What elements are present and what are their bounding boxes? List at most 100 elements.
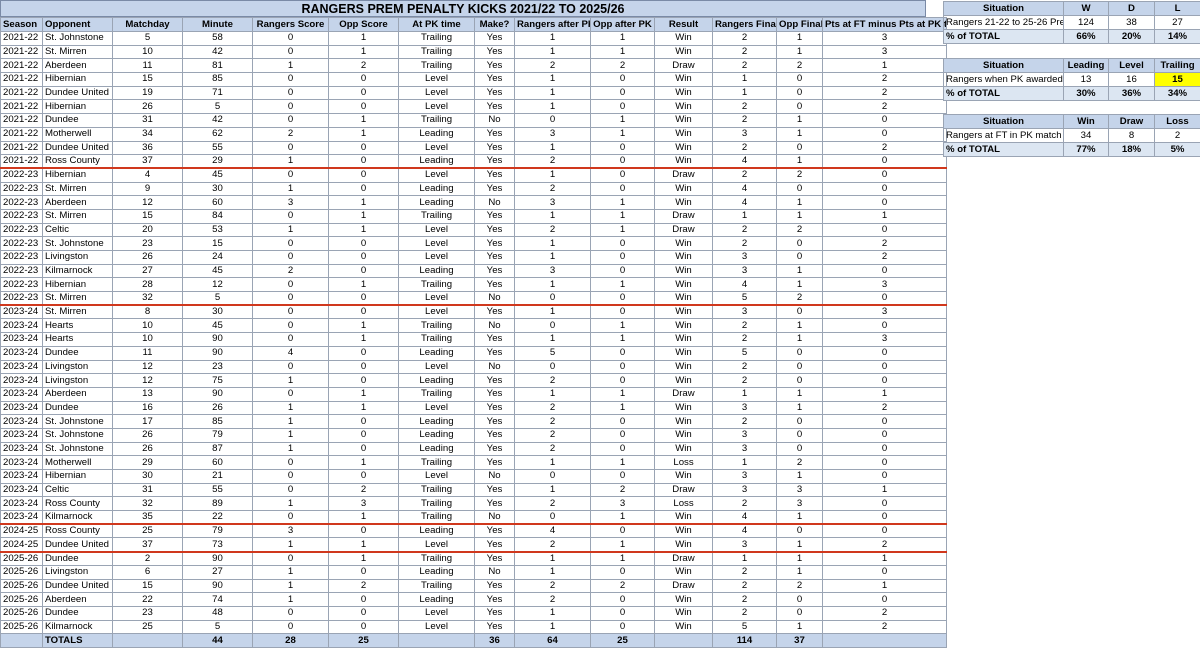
table-cell: 4 <box>712 154 777 170</box>
table-cell: 2025-26 <box>0 578 43 594</box>
table-cell: 1 <box>822 482 947 498</box>
table-cell: 8 <box>112 304 183 320</box>
summary-column-header: Situation <box>943 114 1064 129</box>
table-cell: Yes <box>474 523 515 539</box>
table-cell: Level <box>398 400 475 416</box>
table-cell: Yes <box>474 250 515 265</box>
table-cell: Leading <box>398 592 475 607</box>
table-cell: 26 <box>112 250 183 265</box>
table-cell: 0 <box>252 291 329 307</box>
table-row: 2022-23 Livingston 26 24 0 0 Level Yes 1 0 Win 3 0 2 <box>0 250 947 265</box>
table-cell: Kilmarnock <box>42 510 113 526</box>
table-cell: 60 <box>182 455 253 470</box>
table-cell: 2023-24 <box>0 304 43 320</box>
table-row: 2022-23 Kilmarnock 27 45 2 0 Leading Yes 3 0 Win 3 1… <box>0 263 947 279</box>
table-cell: 3 <box>712 250 777 265</box>
summary-cell: 27 <box>1154 15 1200 30</box>
table-cell: 2022-23 <box>0 167 43 183</box>
table-cell: 45 <box>182 318 253 334</box>
table-cell: 2 <box>590 58 655 74</box>
table-cell: 0 <box>252 386 329 402</box>
table-cell: Draw <box>654 578 713 594</box>
table-cell: 37 <box>112 537 183 553</box>
table-cell: Leading <box>398 154 475 170</box>
wdl-table: Situation W D L Rangers 21-22 to 25-26 Prem… <box>943 1 1200 44</box>
table-cell: Yes <box>474 263 515 279</box>
table-cell: 4 <box>712 181 777 197</box>
table-cell: 20 <box>112 222 183 238</box>
summary-row-label: Rangers when PK awarded <box>943 72 1064 87</box>
table-cell: 0 <box>328 263 399 279</box>
column-header: At PK time <box>398 17 475 32</box>
table-cell: 27 <box>112 263 183 279</box>
table-cell: 2 <box>590 578 655 594</box>
table-cell: 4 <box>112 167 183 183</box>
table-cell: Yes <box>474 304 515 320</box>
summary-column-header: L <box>1154 1 1200 16</box>
column-header: Result <box>654 17 713 32</box>
table-cell: 15 <box>112 208 183 224</box>
table-cell: 0 <box>590 441 655 457</box>
table-cell: 2 <box>712 113 777 128</box>
table-cell: 2023-24 <box>0 332 43 347</box>
summary-column-header: Situation <box>943 58 1064 73</box>
table-cell: Leading <box>398 181 475 197</box>
table-cell: 0 <box>776 359 823 375</box>
table-row: 2023-24 Aberdeen 13 90 0 1 Trailing Yes 1 1 Draw 1 1… <box>0 386 947 402</box>
table-cell: 15 <box>182 236 253 251</box>
table-cell: 3 <box>514 195 591 210</box>
table-cell: Leading <box>398 414 475 429</box>
table-cell: Yes <box>474 44 515 60</box>
table-cell: Win <box>654 345 713 361</box>
table-cell: 27 <box>182 564 253 580</box>
table-cell: 0 <box>514 291 591 307</box>
table-cell: 0 <box>328 605 399 621</box>
table-cell: 0 <box>328 592 399 607</box>
table-cell: 2023-24 <box>0 496 43 512</box>
table-cell: 2 <box>776 222 823 238</box>
totals-cell: 114 <box>712 633 777 649</box>
table-cell: 45 <box>182 263 253 279</box>
table-cell: 2023-24 <box>0 400 43 416</box>
table-cell: 90 <box>182 551 253 566</box>
table-cell: 1 <box>252 537 329 553</box>
table-cell: 2023-24 <box>0 359 43 375</box>
table-cell: Yes <box>474 482 515 498</box>
table-cell: 0 <box>590 345 655 361</box>
table-cell: 0 <box>590 619 655 635</box>
table-cell: 0 <box>822 154 947 170</box>
summary-column-header: Level <box>1108 58 1155 73</box>
ft-result-summary: Situation Win Draw Loss Rangers at FT in PK… <box>943 114 1200 157</box>
table-cell: 0 <box>822 373 947 388</box>
summary-cell: 8 <box>1108 128 1155 143</box>
table-cell: 26 <box>112 441 183 457</box>
table-cell: 0 <box>822 318 947 334</box>
table-cell: Trailing <box>398 44 475 60</box>
table-cell: 85 <box>182 414 253 429</box>
summary-percent-row: % of TOTAL 77% 18% 5% <box>943 142 1200 157</box>
table-cell: Level <box>398 236 475 251</box>
table-cell: 1 <box>590 222 655 238</box>
table-cell: 1 <box>252 181 329 197</box>
table-cell: 1 <box>590 332 655 347</box>
table-cell: Yes <box>474 414 515 429</box>
table-cell: 0 <box>822 113 947 128</box>
table-cell: 1 <box>514 31 591 46</box>
table-cell: No <box>474 113 515 128</box>
table-cell: 55 <box>182 140 253 156</box>
table-cell: 31 <box>112 482 183 498</box>
table-cell: 2 <box>328 578 399 594</box>
table-cell: 2025-26 <box>0 592 43 607</box>
table-cell: 11 <box>112 58 183 74</box>
column-header: Matchday <box>112 17 183 32</box>
summary-percent-row: % of TOTAL 30% 36% 34% <box>943 86 1200 101</box>
table-cell: Yes <box>474 455 515 470</box>
table-cell: Dundee <box>42 551 113 566</box>
column-header: Rangers after PK <box>514 17 591 32</box>
table-cell: 2021-22 <box>0 154 43 170</box>
table-cell: 1 <box>776 208 823 224</box>
summary-cell: 18% <box>1108 142 1155 157</box>
summary-cell: 2 <box>1154 128 1200 143</box>
table-cell: 62 <box>182 126 253 142</box>
table-cell: Draw <box>654 482 713 498</box>
